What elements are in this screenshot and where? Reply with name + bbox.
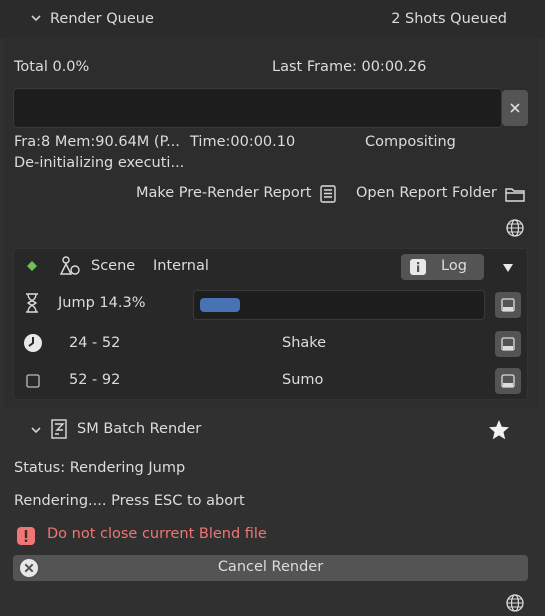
batch-rendering-message: Rendering.... Press ESC to abort <box>14 493 245 509</box>
job-settings-button[interactable] <box>495 368 521 394</box>
job-frame-range: 52 - 92 <box>69 372 121 388</box>
active-diamond-icon <box>26 260 38 276</box>
clock-icon <box>23 333 43 357</box>
job-shot-name: Sumo <box>282 372 324 388</box>
render-time: Time:00:00.10 <box>190 134 296 150</box>
render-slot-icon <box>501 374 515 388</box>
warning-message: Do not close current Blend file <box>47 526 267 542</box>
total-progress: Total 0.0% <box>14 59 90 75</box>
folder-icon[interactable] <box>503 182 527 206</box>
log-label: Log <box>441 258 467 274</box>
job-settings-button[interactable] <box>495 292 521 318</box>
chevron-down-icon[interactable] <box>30 424 42 440</box>
hourglass-icon <box>25 293 39 317</box>
render-queue-header[interactable]: Render Queue 2 Shots Queued <box>0 0 545 38</box>
open-folder-label[interactable]: Open Report Folder <box>356 185 497 201</box>
batch-title[interactable]: SM Batch Render <box>77 421 201 437</box>
job-label: Jump 14.3% <box>58 295 146 311</box>
globe-icon[interactable] <box>503 216 527 240</box>
cancel-render-label: Cancel Render <box>217 559 324 575</box>
close-icon <box>510 103 520 113</box>
scene-icon <box>58 255 82 281</box>
log-button[interactable]: Log <box>401 254 484 280</box>
clear-button[interactable] <box>502 90 528 126</box>
render-stage: Compositing <box>365 134 456 150</box>
render-slot-icon <box>501 298 515 312</box>
make-report-label[interactable]: Make Pre-Render Report <box>136 185 311 201</box>
checkbox-icon[interactable] <box>26 374 40 392</box>
chevron-down-icon[interactable] <box>30 12 42 28</box>
info-icon <box>409 258 427 280</box>
dropdown-arrow-icon[interactable] <box>502 261 514 277</box>
last-frame-time: Last Frame: 00:00.26 <box>272 59 427 75</box>
star-icon[interactable] <box>488 419 510 445</box>
job-progress-fill <box>200 298 240 312</box>
cancel-render-button[interactable]: Cancel Render <box>13 555 528 581</box>
batch-render-icon <box>50 418 70 444</box>
job-settings-button[interactable] <box>495 331 521 357</box>
panel-title: Render Queue <box>50 11 154 27</box>
render-status-line: De-initializing executi... <box>14 155 185 171</box>
job-frame-range: 24 - 52 <box>69 335 121 351</box>
scene-label: Scene <box>91 258 136 274</box>
globe-icon[interactable] <box>503 591 527 615</box>
render-slot-icon <box>501 337 515 351</box>
report-icon[interactable] <box>316 182 340 206</box>
shots-queued-count: 2 Shots Queued <box>391 11 507 27</box>
render-progress-field <box>13 88 502 128</box>
job-progress-bar <box>193 290 485 320</box>
render-engine: Internal <box>153 258 209 274</box>
render-stats: Fra:8 Mem:90.64M (P... <box>14 134 180 150</box>
warning-icon <box>16 526 36 550</box>
batch-status: Status: Rendering Jump <box>14 460 186 476</box>
job-shot-name: Shake <box>282 335 327 351</box>
